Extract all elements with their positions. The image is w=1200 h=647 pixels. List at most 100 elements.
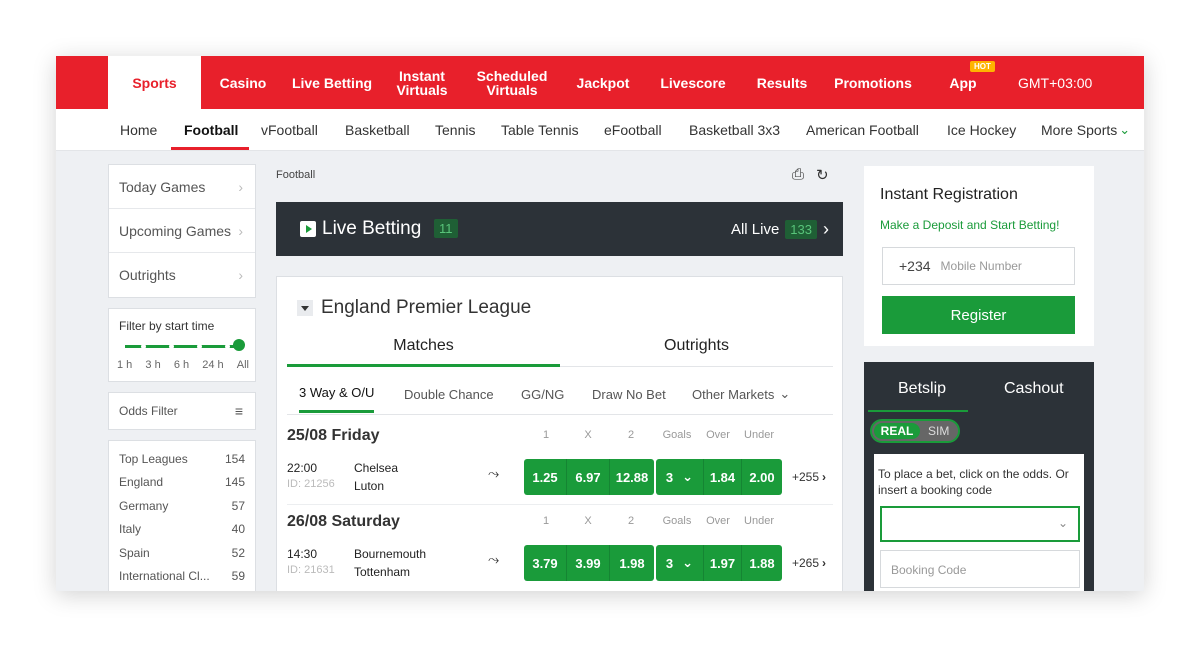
- market-draw-no-bet[interactable]: Draw No Bet: [592, 375, 666, 413]
- country-code[interactable]: +234: [883, 258, 941, 274]
- collapse-icon[interactable]: [297, 300, 313, 316]
- booking-select[interactable]: ⌄: [880, 506, 1080, 542]
- odds-filter-row[interactable]: Odds Filter ≡: [109, 393, 255, 429]
- league-item[interactable]: Top Leagues 154: [109, 447, 255, 471]
- subnav-efootball[interactable]: eFootball: [604, 109, 662, 151]
- nav-promotions[interactable]: Promotions: [832, 56, 914, 109]
- league-header[interactable]: England Premier League: [297, 297, 531, 319]
- sliders-icon: ≡: [234, 403, 243, 419]
- subnav-ice-hockey[interactable]: Ice Hockey: [947, 109, 1016, 151]
- slider-label[interactable]: 6 h: [174, 359, 189, 371]
- odd-over[interactable]: 1.97: [704, 545, 742, 581]
- more-markets-link[interactable]: +255 ›: [792, 470, 826, 484]
- slider-label[interactable]: 1 h: [117, 359, 132, 371]
- chevron-down-icon: ⌄: [682, 469, 694, 484]
- timezone-selector[interactable]: GMT+03:00: [1018, 56, 1092, 109]
- match-row[interactable]: 22:00 ID: 21256 Chelsea Luton ⤳ 1.25 6.9…: [287, 453, 833, 505]
- subnav-more-sports[interactable]: More Sports ⌄: [1041, 109, 1130, 151]
- league-count: 145: [224, 475, 245, 490]
- nav-live-betting[interactable]: Live Betting: [288, 56, 376, 109]
- subnav-basketball[interactable]: Basketball: [345, 109, 410, 151]
- refresh-icon[interactable]: ↻: [816, 166, 829, 184]
- league-item[interactable]: Italy 40: [109, 518, 255, 542]
- league-name: Spain: [119, 545, 150, 560]
- tab-betslip[interactable]: Betslip: [898, 380, 946, 398]
- nav-instant-virtuals[interactable]: Instant Virtuals: [390, 56, 454, 109]
- odd-draw[interactable]: 6.97: [567, 459, 610, 495]
- sidebar-item-upcoming-games[interactable]: Upcoming Games ›: [109, 209, 255, 253]
- tab-cashout[interactable]: Cashout: [1004, 380, 1064, 398]
- print-icon[interactable]: ⎙: [792, 166, 804, 184]
- col-header: Goals: [662, 515, 692, 527]
- odd-over[interactable]: 1.84: [704, 459, 742, 495]
- register-button[interactable]: Register: [882, 296, 1075, 334]
- phone-input-group[interactable]: +234 Mobile Number: [882, 247, 1075, 285]
- tab-outrights[interactable]: Outrights: [560, 337, 833, 367]
- subnav-american-football[interactable]: American Football: [806, 109, 919, 151]
- real-sim-toggle[interactable]: REAL SIM: [870, 419, 960, 443]
- tab-matches[interactable]: Matches: [287, 337, 560, 367]
- slider-label[interactable]: All: [237, 359, 249, 371]
- nav-results[interactable]: Results: [752, 56, 812, 109]
- live-betting-bar[interactable]: Live Betting 11 All Live 133 ›: [276, 202, 843, 256]
- more-markets-link[interactable]: +265 ›: [792, 556, 826, 570]
- goals-value: 3: [665, 555, 674, 571]
- sidebar-item-today-games[interactable]: Today Games ›: [109, 165, 255, 209]
- market-other[interactable]: Other Markets ⌄: [692, 375, 790, 413]
- odds-filter[interactable]: Odds Filter ≡: [108, 392, 256, 430]
- chevron-right-icon: ›: [238, 222, 243, 239]
- goals-selector[interactable]: 3 ⌄: [656, 545, 704, 581]
- booking-code-input[interactable]: Booking Code: [880, 550, 1080, 588]
- toggle-real[interactable]: REAL: [874, 423, 920, 439]
- odd-draw[interactable]: 3.99: [567, 545, 610, 581]
- slider-label[interactable]: 3 h: [145, 359, 160, 371]
- nav-sports[interactable]: Sports: [108, 56, 201, 109]
- nav-jackpot[interactable]: Jackpot: [570, 56, 636, 109]
- odd-away[interactable]: 12.88: [610, 459, 654, 495]
- market-3way-ou[interactable]: 3 Way & O/U: [299, 375, 375, 413]
- subnav-vfootball[interactable]: vFootball: [261, 109, 318, 151]
- toggle-sim[interactable]: SIM: [928, 423, 949, 439]
- live-count-badge: 11: [434, 219, 458, 238]
- sidebar-item-outrights[interactable]: Outrights ›: [109, 253, 255, 297]
- subnav-basketball-3x3[interactable]: Basketball 3x3: [689, 109, 780, 151]
- time-slider-track[interactable]: [125, 344, 241, 349]
- league-item[interactable]: Germany 57: [109, 494, 255, 518]
- subnav-tennis[interactable]: Tennis: [435, 109, 475, 151]
- odd-under[interactable]: 1.88: [742, 545, 782, 581]
- nav-casino[interactable]: Casino: [214, 56, 272, 109]
- league-item[interactable]: England 145: [109, 471, 255, 495]
- col-header: Under: [744, 429, 774, 441]
- subnav-football[interactable]: Football: [184, 109, 238, 151]
- away-team: Tottenham: [354, 565, 411, 579]
- subnav-home[interactable]: Home: [120, 109, 157, 151]
- slider-step: [169, 344, 174, 349]
- slider-label[interactable]: 24 h: [202, 359, 223, 371]
- league-title: England Premier League: [321, 297, 532, 318]
- odd-home[interactable]: 1.25: [524, 459, 567, 495]
- league-item[interactable]: International Cl... 59: [109, 565, 255, 589]
- betslip-panel: Betslip Cashout REAL SIM To place a bet,…: [864, 362, 1094, 591]
- odd-home[interactable]: 3.79: [524, 545, 567, 581]
- match-row[interactable]: 14:30 ID: 21631 Bournemouth Tottenham ⤳ …: [287, 539, 833, 591]
- league-item[interactable]: Spain 52: [109, 541, 255, 565]
- odd-away[interactable]: 1.98: [610, 545, 654, 581]
- chevron-down-icon: ⌄: [1119, 122, 1131, 137]
- stats-chart-icon[interactable]: ⤳: [488, 551, 499, 568]
- col-header: 1: [542, 515, 550, 527]
- live-betting-title: Live Betting: [322, 218, 422, 239]
- market-gg-ng[interactable]: GG/NG: [521, 375, 564, 413]
- goals-selector[interactable]: 3 ⌄: [656, 459, 704, 495]
- nav-scheduled-virtuals[interactable]: Scheduled Virtuals: [470, 56, 554, 109]
- nav-livescore[interactable]: Livescore: [656, 56, 730, 109]
- mobile-number-field[interactable]: Mobile Number: [941, 259, 1022, 273]
- time-slider-knob[interactable]: [233, 339, 245, 351]
- subnav-table-tennis[interactable]: Table Tennis: [501, 109, 579, 151]
- odd-under[interactable]: 2.00: [742, 459, 782, 495]
- all-live-link[interactable]: All Live 133 ›: [731, 219, 829, 240]
- league-count: 40: [231, 522, 245, 537]
- col-header: 2: [627, 429, 635, 441]
- market-double-chance[interactable]: Double Chance: [404, 375, 494, 413]
- stats-chart-icon[interactable]: ⤳: [488, 465, 499, 482]
- odds-filter-label: Odds Filter: [119, 404, 178, 418]
